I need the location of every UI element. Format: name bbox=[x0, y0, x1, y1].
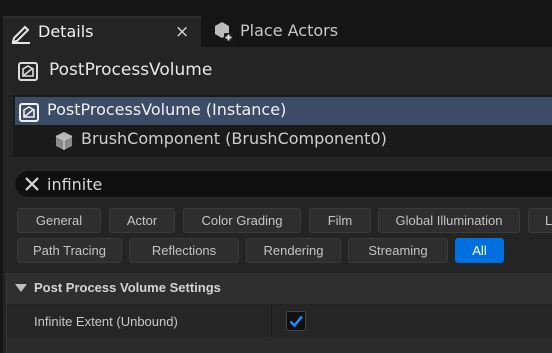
property-row-infinite-extent: Infinite Extent (Unbound) bbox=[6, 305, 552, 337]
category-actor[interactable]: Actor bbox=[109, 208, 175, 233]
infinite-extent-checkbox[interactable] bbox=[286, 311, 306, 331]
brush-component-icon bbox=[53, 130, 75, 152]
property-label: Infinite Extent (Unbound) bbox=[34, 314, 178, 329]
pencil-icon bbox=[10, 22, 32, 44]
clear-search-icon[interactable] bbox=[23, 174, 41, 194]
category-film[interactable]: Film bbox=[309, 208, 371, 233]
place-actor-icon bbox=[212, 20, 234, 44]
close-icon[interactable]: × bbox=[175, 22, 189, 42]
component-label: PostProcessVolume (Instance) bbox=[47, 100, 287, 119]
search-box[interactable] bbox=[14, 170, 552, 198]
search-input[interactable] bbox=[47, 173, 527, 195]
expand-arrow-icon[interactable] bbox=[15, 284, 27, 292]
tab-details-label: Details bbox=[38, 22, 94, 41]
section-footer bbox=[6, 337, 552, 353]
category-rendering[interactable]: Rendering bbox=[246, 238, 341, 263]
category-streaming[interactable]: Streaming bbox=[348, 238, 448, 263]
component-label: BrushComponent (BrushComponent0) bbox=[81, 129, 387, 148]
tab-place-actors[interactable]: Place Actors bbox=[204, 16, 504, 47]
details-panel: PostProcessVolume PostProcessVolume (Ins… bbox=[3, 47, 552, 353]
section-post-process-volume-settings[interactable]: Post Process Volume Settings bbox=[6, 273, 552, 304]
checkmark-icon bbox=[289, 315, 303, 328]
category-general[interactable]: General bbox=[17, 208, 101, 233]
actor-cube-icon bbox=[18, 101, 40, 123]
section-title: Post Process Volume Settings bbox=[34, 280, 221, 295]
category-global-illumination[interactable]: Global Illumination bbox=[378, 208, 520, 233]
category-color-grading[interactable]: Color Grading bbox=[183, 208, 301, 233]
category-path-tracing[interactable]: Path Tracing bbox=[17, 238, 122, 263]
component-row-brush[interactable]: BrushComponent (BrushComponent0) bbox=[15, 126, 552, 154]
column-divider[interactable] bbox=[271, 305, 272, 337]
actor-header: PostProcessVolume bbox=[3, 47, 552, 95]
category-reflections[interactable]: Reflections bbox=[129, 238, 239, 263]
component-tree: PostProcessVolume (Instance) BrushCompon… bbox=[13, 95, 552, 157]
component-row-instance[interactable]: PostProcessVolume (Instance) bbox=[15, 97, 552, 125]
tab-bar: Details × Place Actors bbox=[0, 0, 552, 47]
tab-place-actors-label: Place Actors bbox=[240, 21, 339, 40]
actor-name[interactable]: PostProcessVolume bbox=[49, 60, 212, 80]
tab-details[interactable]: Details × bbox=[3, 16, 201, 47]
category-all[interactable]: All bbox=[455, 238, 504, 263]
category-overflow[interactable]: L bbox=[528, 208, 552, 233]
post-process-volume-icon bbox=[17, 60, 39, 82]
